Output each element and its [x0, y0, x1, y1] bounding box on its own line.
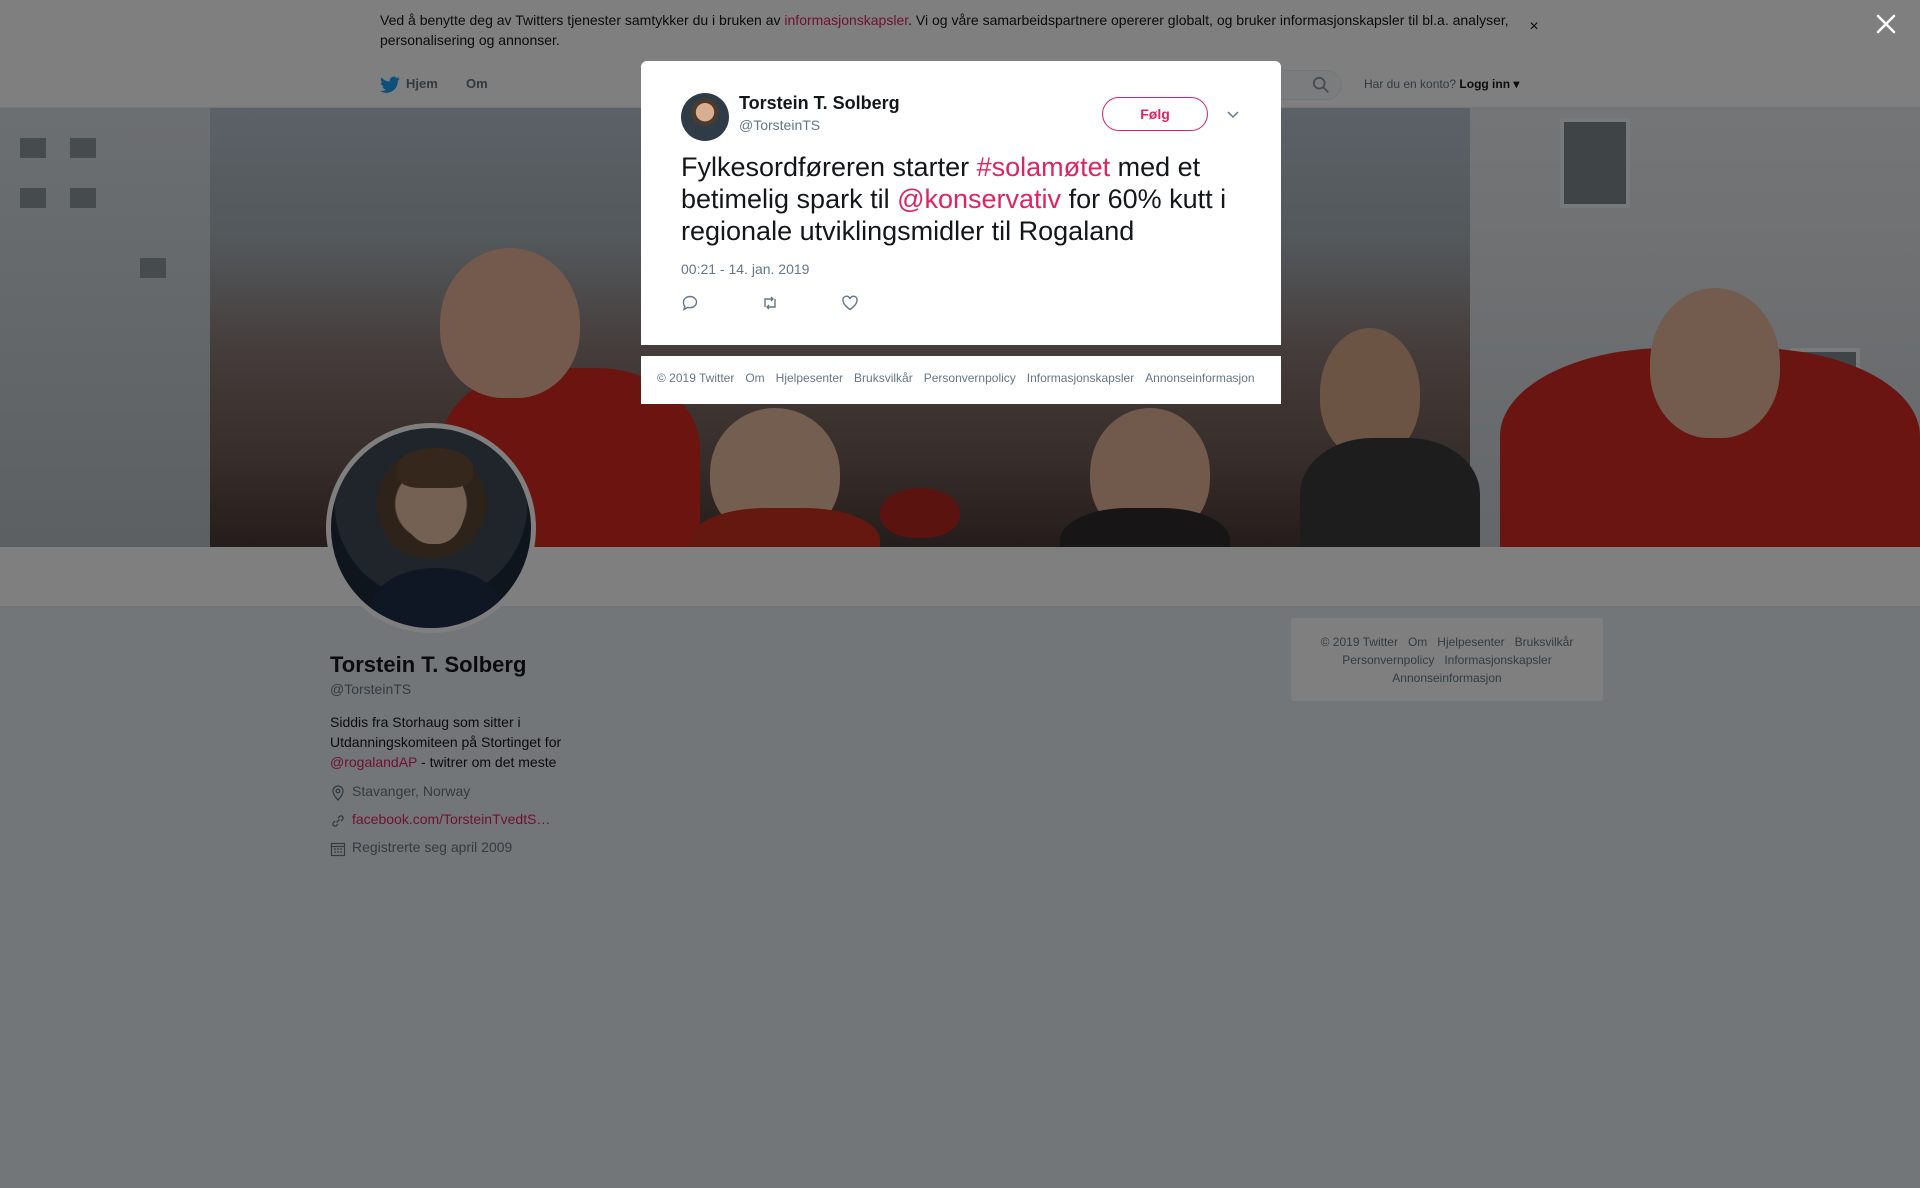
- tweet-mention-link[interactable]: @konservativ: [897, 184, 1061, 214]
- tweet-text: Fylkesordføreren starter #solamøtet med …: [681, 151, 1251, 247]
- tweet-author-avatar[interactable]: [681, 93, 729, 141]
- footer-link-terms[interactable]: Bruksvilkår: [854, 371, 913, 385]
- follow-button[interactable]: Følg: [1102, 97, 1208, 131]
- footer-link-about[interactable]: Om: [745, 371, 764, 385]
- footer-link-copyright[interactable]: © 2019 Twitter: [657, 371, 734, 385]
- reply-icon[interactable]: [681, 294, 699, 312]
- tweet-hashtag-link[interactable]: #solamøtet: [977, 152, 1111, 182]
- chevron-down-icon[interactable]: [1225, 106, 1241, 122]
- retweet-icon[interactable]: [761, 294, 779, 312]
- tweet-timestamp[interactable]: 00:21 - 14. jan. 2019: [681, 261, 809, 277]
- modal-footer: © 2019 Twitter Om Hjelpesenter Bruksvilkår P…: [641, 356, 1281, 404]
- footer-link-cookies[interactable]: Informasjonskapsler: [1027, 371, 1134, 385]
- tweet-text-part: Fylkesordføreren starter: [681, 152, 977, 182]
- footer-link-help[interactable]: Hjelpesenter: [776, 371, 843, 385]
- tweet-author-handle[interactable]: @TorsteinTS: [739, 117, 820, 133]
- footer-link-ads[interactable]: Annonseinformasjon: [1145, 371, 1254, 385]
- close-icon[interactable]: [1874, 12, 1898, 36]
- tweet-author-name[interactable]: Torstein T. Solberg: [739, 93, 900, 114]
- tweet-modal: Torstein T. Solberg @TorsteinTS Følg Fyl…: [641, 61, 1281, 345]
- like-icon[interactable]: [841, 294, 859, 312]
- footer-link-privacy[interactable]: Personvernpolicy: [924, 371, 1016, 385]
